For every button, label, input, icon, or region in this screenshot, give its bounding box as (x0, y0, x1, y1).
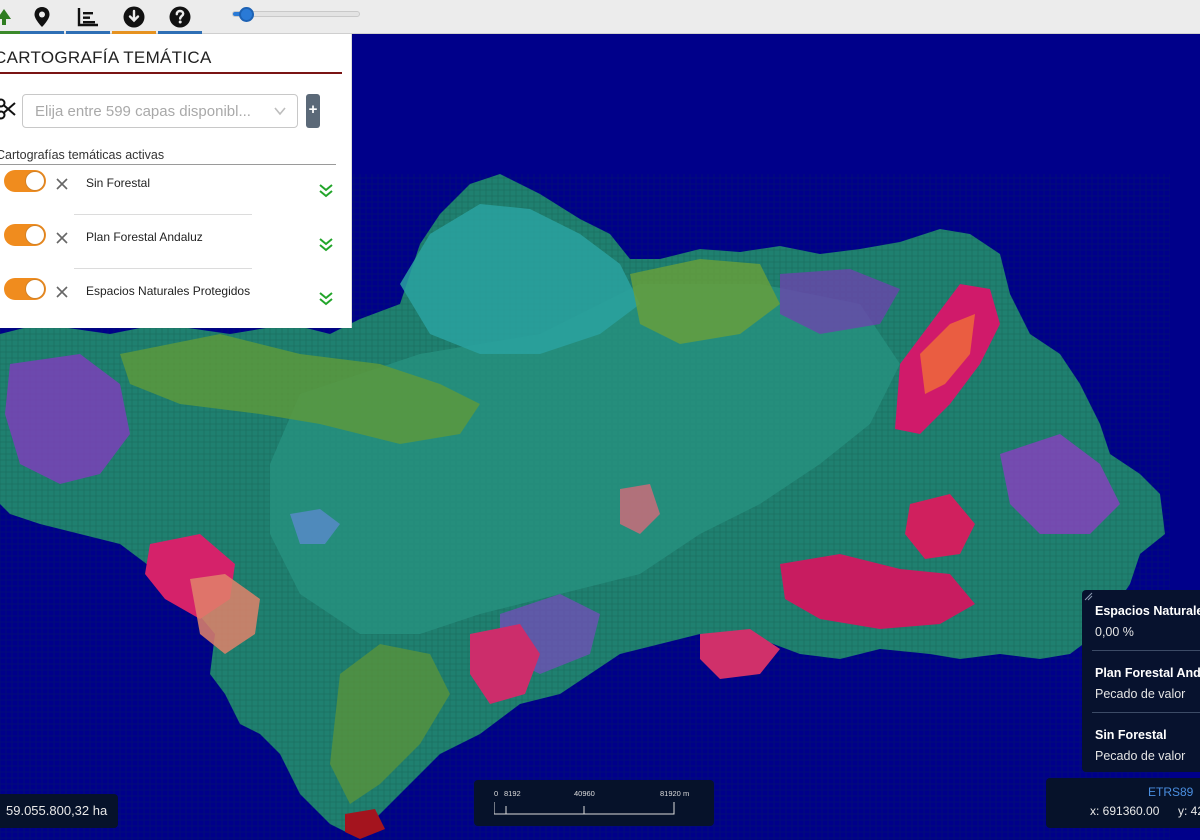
layer-row-divider (74, 268, 252, 269)
chevrons-down-icon[interactable] (318, 290, 334, 306)
active-layers-label: Cartografías temáticas activas (0, 148, 165, 162)
coordinates-box: ETRS89 x: 691360.00 y: 4236118.00 (1046, 778, 1200, 828)
scale-tick-label: 81920 m (660, 789, 690, 798)
top-toolbar (0, 0, 1200, 34)
help-icon (169, 6, 191, 28)
info-layer-value: 0,00 % (1095, 625, 1134, 639)
opacity-slider-handle[interactable] (238, 7, 254, 22)
panel-title: CARTOGRAFÍA TEMÁTICA (0, 48, 212, 67)
close-icon[interactable] (56, 286, 68, 298)
help-button[interactable] (158, 0, 202, 34)
scale-ruler (494, 802, 675, 815)
toggle-knob (25, 279, 45, 299)
chart-button[interactable] (66, 0, 110, 34)
close-icon[interactable] (56, 178, 68, 190)
layer-name: Espacios Naturales Protegidos (86, 284, 251, 298)
chevrons-down-icon[interactable] (318, 236, 334, 252)
info-divider (1092, 650, 1200, 651)
layer-select-placeholder: Elija entre 599 capas disponibl... (35, 103, 251, 120)
add-layer-button[interactable]: + (306, 94, 320, 128)
active-layers-rule (0, 164, 336, 165)
panel-title-rule (0, 72, 342, 74)
chevron-down-icon (274, 107, 286, 116)
map-pin-icon (34, 7, 50, 27)
y-coordinate: y: 4236118.00 (1178, 804, 1200, 818)
close-icon[interactable] (56, 232, 68, 244)
scale-bar: 0 8192 40960 81920 m (474, 780, 714, 826)
info-layer-value: Pecado de valor (1095, 749, 1186, 763)
feature-info-popup: Espacios Naturales Protegidos 0,00 % Pla… (1082, 590, 1200, 772)
scale-tick-label: 8192 (504, 789, 521, 798)
download-button[interactable] (112, 0, 156, 34)
layer-visibility-toggle[interactable] (4, 170, 46, 192)
info-divider (1092, 712, 1200, 713)
layer-row: Plan Forestal Andaluz (0, 222, 352, 272)
toggle-knob (25, 225, 45, 245)
x-coordinate: x: 691360.00 (1090, 804, 1160, 818)
info-layer-name: Espacios Naturales Protegidos (1095, 604, 1200, 618)
toggle-knob (25, 171, 45, 191)
layer-select[interactable]: Elija entre 599 capas disponibl... (22, 94, 298, 128)
resize-icon[interactable] (1084, 592, 1093, 601)
scale-tick-label: 0 (494, 789, 499, 798)
scissors-icon[interactable] (0, 98, 16, 120)
info-layer-name: Plan Forestal Andaluz (1095, 666, 1200, 680)
layer-visibility-toggle[interactable] (4, 224, 46, 246)
info-item: Espacios Naturales Protegidos 0,00 % (1095, 604, 1200, 639)
layer-name: Sin Forestal (86, 176, 151, 190)
layer-visibility-toggle[interactable] (4, 278, 46, 300)
info-layer-value: Pecado de valor (1095, 687, 1186, 701)
thematic-layers-panel: CARTOGRAFÍA TEMÁTICA Elija entre 599 cap… (0, 34, 352, 328)
opacity-slider[interactable] (232, 7, 360, 22)
chart-icon (77, 8, 98, 27)
scale-tick-label: 40960 (574, 789, 595, 798)
layer-row: Espacios Naturales Protegidos (0, 276, 352, 326)
info-layer-name: Sin Forestal (1095, 728, 1167, 742)
download-icon (123, 6, 145, 28)
layer-row-divider (74, 214, 252, 215)
layer-name: Plan Forestal Andaluz (86, 230, 203, 244)
area-total: 59.055.800,32 ha (0, 794, 118, 828)
tree-icon (0, 9, 11, 25)
info-item: Plan Forestal Andaluz Pecado de valor (1095, 666, 1200, 701)
location-button[interactable] (20, 0, 64, 34)
layer-row: Sin Forestal (0, 168, 352, 218)
info-item: Sin Forestal Pecado de valor (1095, 728, 1200, 763)
crs-label: ETRS89 (1148, 785, 1194, 799)
chevrons-down-icon[interactable] (318, 182, 334, 198)
